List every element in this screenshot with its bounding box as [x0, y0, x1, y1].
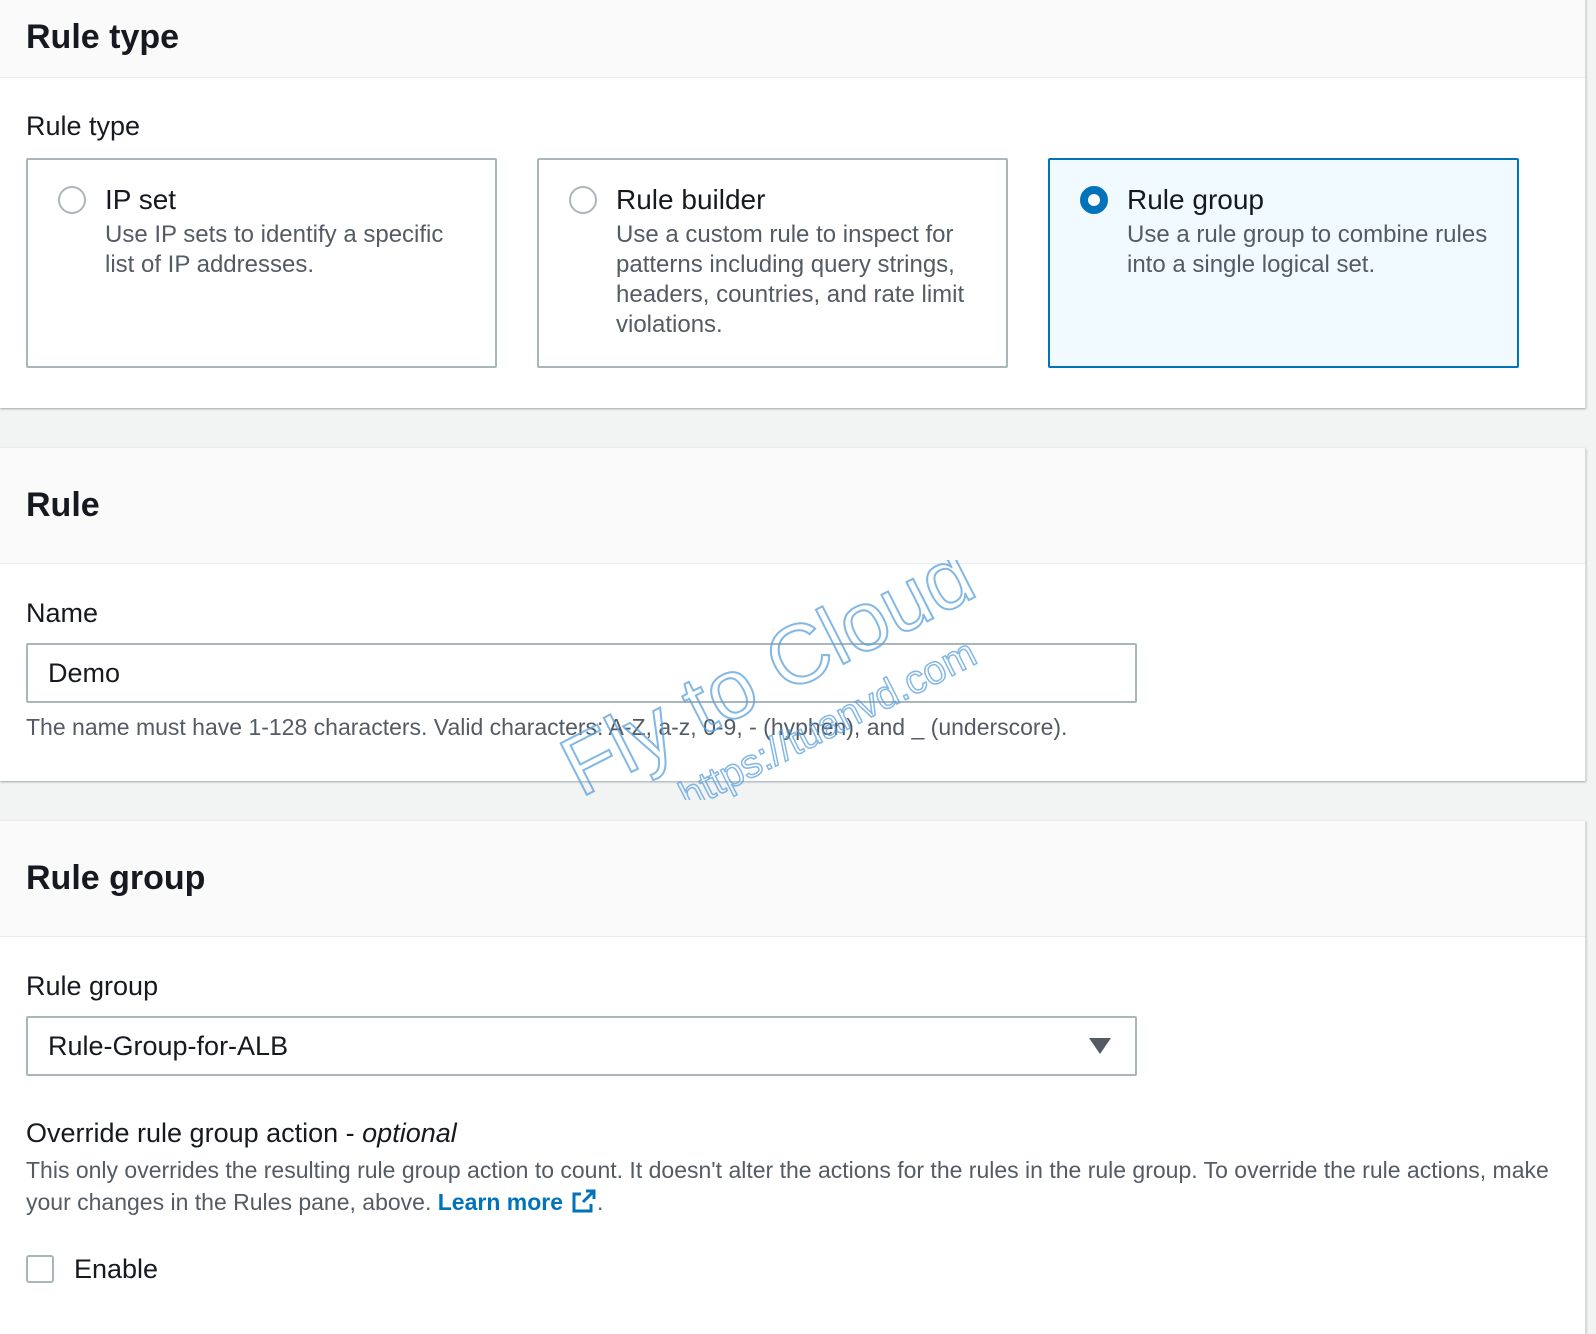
tile-rule-builder-title: Rule builder	[616, 184, 766, 215]
tile-rule-group-description: Use a rule group to combine rules into a…	[1127, 221, 1488, 278]
radio-rule-builder[interactable]	[569, 186, 597, 214]
radio-ip-set[interactable]	[58, 186, 86, 214]
rule-group-panel-body: Rule group Rule-Group-for-ALB Override r…	[0, 937, 1585, 1334]
rule-type-header: Rule type	[26, 18, 180, 56]
caret-down-icon	[1089, 1038, 1111, 1054]
enable-checkbox[interactable]	[26, 1255, 54, 1283]
rule-header: Rule	[26, 486, 100, 524]
rule-type-panel: Rule type Rule type IP set Use IP sets t…	[0, 0, 1586, 408]
override-optional: optional	[362, 1118, 457, 1148]
override-label: Override rule group action - optional	[26, 1118, 457, 1149]
override-description: This only overrides the resulting rule g…	[26, 1154, 1556, 1222]
tile-rule-builder[interactable]: Rule builder Use a custom rule to inspec…	[537, 158, 1008, 368]
rule-type-panel-body: Rule type IP set Use IP sets to identify…	[0, 78, 1585, 408]
tile-ip-set-title: IP set	[105, 184, 177, 215]
tile-ip-set-description: Use IP sets to identify a specific list …	[105, 221, 444, 278]
name-constraint-text: The name must have 1-128 characters. Val…	[26, 714, 1068, 740]
name-input[interactable]: Demo	[26, 643, 1137, 703]
tile-ip-set[interactable]: IP set Use IP sets to identify a specifi…	[26, 158, 497, 368]
enable-label: Enable	[74, 1254, 159, 1284]
rule-panel: Rule Name Demo The name must have 1-128 …	[0, 448, 1586, 781]
tile-rule-builder-description: Use a custom rule to inspect for pattern…	[616, 221, 965, 338]
rule-group-select-value: Rule-Group-for-ALB	[48, 1030, 289, 1061]
rule-type-panel-header: Rule type	[0, 0, 1585, 78]
learn-more-link[interactable]: Learn more	[438, 1189, 597, 1215]
rule-group-panel: Rule group Rule group Rule-Group-for-ALB…	[0, 821, 1586, 1334]
tile-rule-group[interactable]: Rule group Use a rule group to combine r…	[1048, 158, 1519, 368]
override-period: .	[597, 1189, 604, 1215]
rule-group-header: Rule group	[26, 859, 206, 897]
rule-panel-header: Rule	[0, 448, 1585, 564]
rule-group-select-label: Rule group	[26, 971, 159, 1001]
override-description-text: This only overrides the resulting rule g…	[26, 1157, 1549, 1215]
rule-group-select[interactable]: Rule-Group-for-ALB	[26, 1016, 1137, 1076]
external-link-icon	[571, 1188, 597, 1222]
override-label-text: Override rule group action -	[26, 1118, 363, 1148]
rule-panel-body: Name Demo The name must have 1-128 chara…	[0, 564, 1585, 781]
learn-more-text: Learn more	[437, 1189, 563, 1215]
rule-type-label: Rule type	[26, 111, 141, 141]
rule-group-panel-header: Rule group	[0, 821, 1585, 937]
tile-rule-group-title: Rule group	[1127, 184, 1264, 215]
name-label: Name	[26, 598, 99, 628]
radio-rule-group[interactable]	[1080, 186, 1108, 214]
